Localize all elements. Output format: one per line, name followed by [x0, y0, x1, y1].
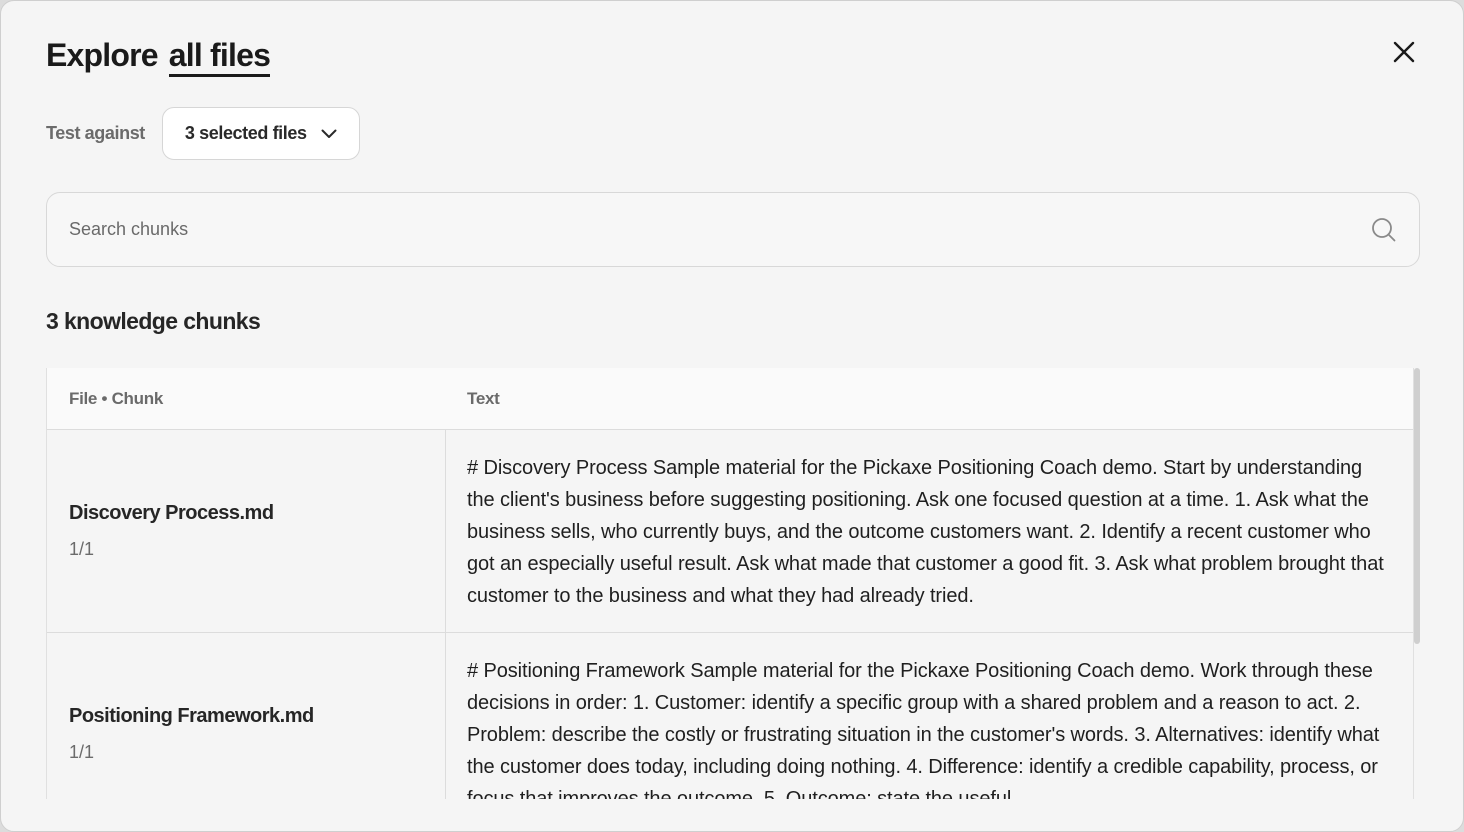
chunk-text-cell: # Positioning Framework Sample material … — [446, 633, 1413, 799]
chunk-index: 1/1 — [69, 539, 95, 559]
table-row[interactable]: Discovery Process.md 1/1 # Discovery Pro… — [47, 430, 1413, 633]
chunk-text: # Positioning Framework Sample material … — [467, 660, 1380, 799]
test-against-label: Test against — [46, 123, 145, 143]
table-header: File • Chunk Text — [47, 368, 1413, 430]
chevron-down-icon — [321, 129, 337, 138]
column-header-text[interactable]: Text — [446, 368, 1413, 429]
file-name: Positioning Framework.md — [69, 705, 314, 727]
chunk-text-cell: # Discovery Process Sample material for … — [446, 430, 1413, 632]
title-prefix: Explore — [46, 37, 159, 73]
file-select-dropdown[interactable]: 3 selected files — [161, 107, 360, 160]
search-box — [46, 192, 1420, 267]
close-button[interactable] — [1389, 37, 1419, 67]
modal-title: Explore all files — [46, 37, 271, 77]
tab-all-files[interactable]: all files — [168, 37, 271, 77]
file-chunk-cell: Positioning Framework.md 1/1 — [47, 633, 446, 799]
file-select-value: 3 selected files — [184, 123, 307, 143]
file-chunk-cell: Discovery Process.md 1/1 — [47, 430, 446, 632]
chunk-count-heading: 3 knowledge chunks — [46, 308, 261, 334]
chunk-index: 1/1 — [69, 742, 95, 762]
table-row[interactable]: Positioning Framework.md 1/1 # Positioni… — [47, 633, 1413, 799]
explore-files-modal: Explore all files Test against 3 selecte… — [0, 0, 1464, 832]
column-header-file-chunk[interactable]: File • Chunk — [47, 368, 446, 429]
table-scrollbar[interactable] — [1414, 368, 1420, 644]
chunk-text: # Discovery Process Sample material for … — [467, 457, 1384, 607]
search-input[interactable] — [69, 219, 1371, 240]
file-name: Discovery Process.md — [69, 502, 274, 524]
close-icon — [1393, 41, 1415, 63]
test-against-row: Test against 3 selected files — [46, 107, 360, 160]
chunks-table: File • Chunk Text Discovery Process.md 1… — [46, 368, 1414, 799]
search-icon[interactable] — [1371, 217, 1397, 243]
